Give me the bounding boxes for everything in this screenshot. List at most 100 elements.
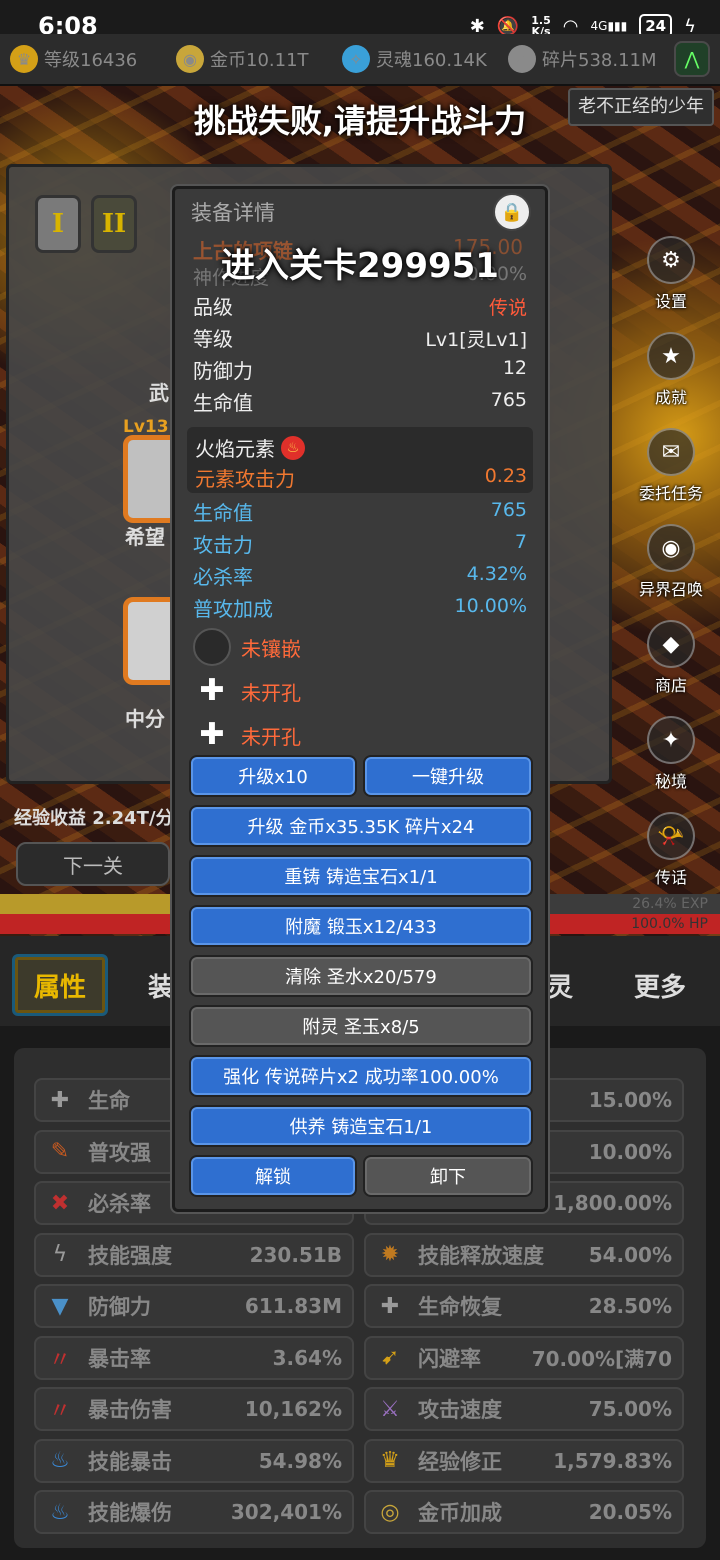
crit-damage-icon: 〃 [48,1399,71,1424]
attribute-row: 生命值 765 [187,497,533,529]
attribute-row: 必杀率 4.32% [187,561,533,593]
basic-stat-label: 生命值 [193,391,253,415]
stat-label: 金币加成 [418,1501,502,1525]
stat-cell: ♛ 经验修正 1,579.83% [364,1438,684,1483]
exp-bar-text: 26.4% EXP [632,896,708,912]
attribute-value: 7 [514,531,527,553]
empty-socket-icon[interactable] [193,628,231,666]
stat-value: 1,579.83% [553,1448,672,1473]
socket-text: 未开孔 [241,680,301,705]
strengthen-button[interactable]: 强化 传说碎片x2 成功率100.00% [189,1055,533,1097]
signal-icon: 4G▮▮▮ [590,19,628,33]
side-menu-item[interactable]: ✦ 秘境 [636,716,706,792]
tab-attributes[interactable]: 属性 [12,954,108,1016]
attribute-label: 普攻加成 [193,597,273,621]
side-menu-item[interactable]: ◉ 异界召唤 [636,524,706,600]
stat-value: 1,800.00% [553,1191,672,1215]
tab-more[interactable]: 更多 [618,954,702,1016]
stat-cell: ϟ 技能强度 230.51B [34,1232,354,1277]
skill-speed-icon: ✹ [380,1242,400,1267]
crit-rate-icon: 〃 [48,1347,71,1373]
modal-title: 装备详情 [191,201,275,225]
upgrade-x10-button[interactable]: 升级x10 [189,755,357,797]
stat-value: 20.05% [588,1500,672,1524]
socket-row[interactable]: 未镶嵌 [187,625,533,669]
resource-item[interactable]: ◉ 金币10.11T [176,45,336,73]
side-menu-label: 秘境 [654,772,687,791]
stat-cell: ✚ 生命恢复 28.50% [364,1284,684,1328]
shield-icon: ▼ [51,1293,69,1319]
stat-cell: 〃暴击伤害 10,162% [34,1387,354,1431]
stat-label: 攻击速度 [418,1398,502,1422]
side-menu-item[interactable]: ✉ 委托任务 [636,428,706,504]
attribute-stats: 生命值 765 攻击力 7 必杀率 4.32% 普攻加成 10.00% [187,497,533,625]
resource-item[interactable]: ➶ 碎片538.11M [508,45,668,73]
hp-bar-text: 100.0% HP [631,916,708,932]
resource-bar: ♛ 等级16436 ◉ 金币10.11T ✧ 灵魂160.14K ➶ 碎片538.11M ⋀ [0,34,720,86]
basic-stat-row: 等级 Lv1[灵Lv1] [187,323,533,355]
realm-shortcut-icon[interactable]: ⋀ [674,41,710,77]
crown-icon: ♛ [10,45,38,73]
add-socket-icon[interactable]: ✚ [193,672,231,710]
element-title: 火焰元素 ♨ [195,433,305,462]
attribute-label: 攻击力 [193,533,253,557]
skill-crit-icon: ♨ [50,1448,70,1473]
add-socket-icon[interactable]: ✚ [193,716,231,754]
one-key-upgrade-button[interactable]: 一键升级 [363,755,533,797]
attribute-value: 765 [490,499,527,521]
nurture-button[interactable]: 供养 铸造宝石1/1 [189,1105,533,1147]
attribute-label: 必杀率 [193,565,253,589]
weapon-label: 武 [149,381,169,405]
socket-row[interactable]: ✚ 未开孔 [187,669,533,713]
resource-item[interactable]: ✧ 灵魂160.14K [342,45,502,73]
stat-cell: ♨ 技能爆伤 302,401% [34,1490,354,1534]
side-menu: ⚙ 设置 ★ 成就 ✉ 委托任务 ◉ 异界召唤 ◆ 商店 ✦ 秘境 📯 传话 [636,236,706,888]
resource-label: 碎片538.11M [542,50,657,71]
attribute-label: 生命值 [193,501,253,525]
basic-stat-value: 传说 [488,297,527,319]
clear-button[interactable]: 清除 圣水x20/579 [189,955,533,997]
unequip-button[interactable]: 卸下 [363,1155,533,1197]
stat-label: 技能暴击 [88,1449,172,1474]
side-menu-item[interactable]: ◆ 商店 [636,620,706,696]
resource-label: 金币10.11T [210,50,309,71]
lock-icon[interactable]: 🔒 [493,193,531,231]
stat-label: 暴击率 [88,1346,151,1371]
basic-stat-value: 12 [502,357,527,379]
stat-label: 技能释放速度 [418,1243,544,1268]
fire-icon: ♨ [281,435,305,460]
stat-cell: ✹ 技能释放速度 54.00% [364,1232,684,1277]
basic-stat-label: 防御力 [193,359,253,383]
stat-label: 生命 [88,1089,130,1113]
next-level-button[interactable]: 下一关 [16,842,170,886]
side-menu-label: 传话 [654,868,687,887]
basic-stat-row: 生命值 765 [187,387,533,419]
side-menu-item[interactable]: ★ 成就 [636,332,706,408]
attack-icon: ✎ [50,1139,70,1164]
socket-row[interactable]: ✚ 未开孔 [187,713,533,757]
basic-stat-label: 等级 [193,327,233,351]
unlock-button[interactable]: 解锁 [189,1155,357,1197]
enter-stage-toast: 进入关卡299951 [221,246,499,286]
crit-kill-icon: ✖ [50,1190,70,1216]
upgrade-button[interactable]: 升级 金币x35.35K 碎片x24 [189,805,533,847]
basic-stats: 品级 传说 等级 Lv1[灵Lv1] 防御力 12 生命值 765 [187,291,533,419]
spirit-bind-button[interactable]: 附灵 圣玉x8/5 [189,1005,533,1047]
side-menu-item[interactable]: 📯 传话 [636,812,706,888]
exp-bar-fill [0,894,191,914]
element-box: 火焰元素 ♨ 元素攻击力 0.23 [187,427,533,493]
star-icon: ★ [647,332,695,380]
realm-icon: ✦ [647,716,695,764]
basic-stat-value: 765 [490,389,527,411]
basic-stat-row: 防御力 12 [187,355,533,387]
side-menu-label: 委托任务 [638,484,703,503]
exp-income: 经验收益 2.24T/分 [14,808,174,829]
stat-label: 防御力 [88,1295,151,1319]
resource-item[interactable]: ♛ 等级16436 [10,45,170,73]
enchant-button[interactable]: 附魔 锻玉x12/433 [189,905,533,947]
side-menu-label: 异界召唤 [638,580,703,599]
attack-speed-icon: ⚔ [380,1396,400,1422]
stat-label: 技能强度 [88,1243,172,1268]
recast-button[interactable]: 重铸 铸造宝石x1/1 [189,855,533,897]
coin-icon: ◉ [176,45,204,73]
